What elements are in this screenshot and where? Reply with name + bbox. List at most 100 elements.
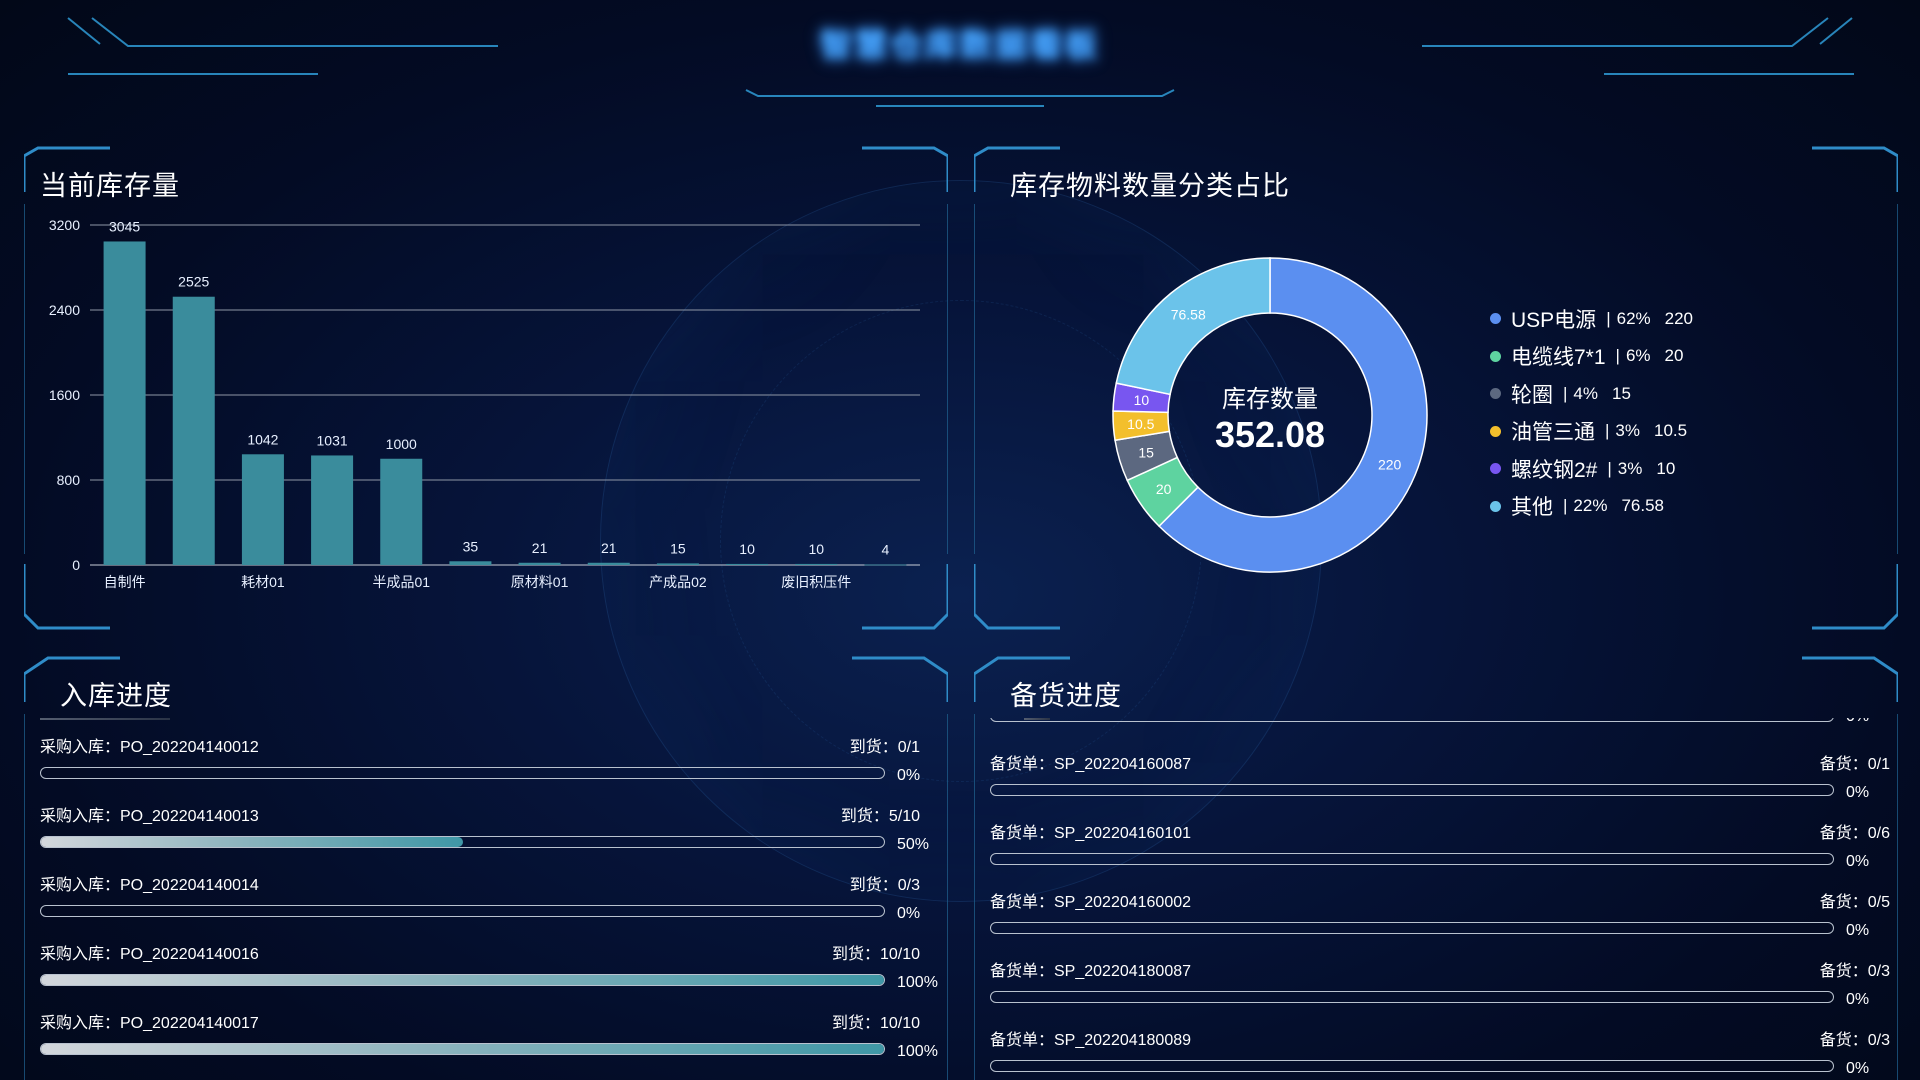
legend-value: 76.58	[1621, 496, 1664, 516]
donut-slice[interactable]	[1115, 257, 1271, 396]
progress-track	[40, 767, 885, 779]
progress-item-count: 备货：0/6	[1819, 825, 1890, 842]
progress-item-count: 备货：0/5	[1819, 894, 1890, 911]
donut-slice-label: 15	[1138, 445, 1154, 461]
legend-item[interactable]: USP电源 | 62% 220	[1490, 300, 1693, 338]
bar-value-label: 1042	[247, 431, 278, 447]
progress-item[interactable]: 备货单：SP_202204160087 备货：0/1 0%	[990, 750, 1890, 819]
legend-item[interactable]: 油管三通 | 3% 10.5	[1490, 413, 1693, 451]
progress-item-count: 备货：0/3	[1819, 1032, 1890, 1049]
y-tick-label: 2400	[49, 302, 80, 318]
x-tick-label: 自制件	[104, 574, 146, 590]
legend-value: 10	[1656, 458, 1676, 478]
progress-percent: 0%	[1846, 1060, 1870, 1077]
legend-item[interactable]: 螺纹钢2# | 3% 10	[1490, 450, 1693, 488]
progress-item-name: 采购入库：PO_202204140017	[40, 1015, 259, 1032]
progress-item[interactable]: 采购入库：PO_202204140012 到货：0/1 0%	[40, 733, 940, 802]
bar[interactable]	[656, 563, 699, 565]
inbound-progress-list[interactable]: 采购入库：PO_202204140012 到货：0/1 0% 采购入库：PO_2022…	[40, 733, 940, 1080]
stock-bar-chart: 0 800 1600 2400 3200 3045 自制件 2525 1042 耗材01 1031 1…	[49, 217, 920, 590]
donut-slice-label: 10	[1134, 392, 1150, 408]
x-tick-label: 产成品02	[649, 574, 707, 590]
bar[interactable]	[311, 455, 354, 565]
category-donut-chart: 220 20 15 10.5 10 76.58 库存数量352.08	[1112, 257, 1428, 573]
progress-item[interactable]: 备货单：SP_202204180089 备货：0/3 0%	[990, 1026, 1890, 1080]
progress-percent: 100%	[897, 1043, 938, 1060]
legend-separator: |	[1606, 308, 1611, 328]
progress-track	[990, 853, 1834, 865]
legend-name: 轮圈	[1511, 383, 1553, 407]
stocking-progress-list: 备货单：SP_202204160087 备货：0/1 0% 备货单：SP_202204…	[990, 750, 1890, 1080]
progress-percent: 0%	[1846, 922, 1870, 939]
progress-track	[40, 974, 885, 986]
stocking-partial-track	[990, 718, 1834, 722]
legend-dot-icon	[1490, 500, 1501, 512]
bar[interactable]	[380, 458, 423, 565]
x-tick-label: 原材料01	[511, 574, 569, 590]
donut-slice-label: 20	[1156, 481, 1172, 497]
bar-value-label: 3045	[109, 218, 140, 234]
legend-item[interactable]: 其他 | 22% 76.58	[1490, 488, 1693, 526]
category-panel-title: 库存物料数量分类占比	[1010, 171, 1290, 201]
progress-fill	[41, 1044, 884, 1054]
progress-item-count: 到货：0/1	[849, 739, 920, 756]
page-title: 智慧仓库数据看板	[819, 27, 1100, 63]
bar[interactable]	[726, 563, 769, 565]
progress-item-count: 到货：0/3	[849, 877, 920, 894]
progress-item-name: 备货单：SP_202204180089	[990, 1032, 1192, 1049]
progress-percent: 0%	[897, 905, 921, 922]
donut-center-label: 库存数量	[1222, 386, 1318, 413]
progress-item[interactable]: 采购入库：PO_202204140013 到货：5/10 50%	[40, 802, 940, 871]
progress-item-name: 备货单：SP_202204160002	[990, 894, 1192, 911]
bar[interactable]	[864, 564, 907, 566]
legend-name: 电缆线7*1	[1511, 346, 1606, 370]
legend-separator: |	[1605, 421, 1610, 441]
progress-item-name: 采购入库：PO_202204140014	[40, 877, 259, 894]
progress-item-count: 到货：10/10	[831, 946, 920, 963]
bar[interactable]	[795, 563, 838, 565]
progress-item-name: 采购入库：PO_202204140013	[40, 808, 259, 825]
progress-item[interactable]: 备货单：SP_202204180087 备货：0/3 0%	[990, 957, 1890, 1026]
donut-slice-label: 220	[1378, 457, 1402, 473]
progress-percent: 0%	[897, 767, 921, 784]
progress-item[interactable]: 采购入库：PO_202204140014 到货：0/3 0%	[40, 871, 940, 940]
progress-item-count: 备货：0/1	[1819, 756, 1890, 773]
legend-item[interactable]: 轮圈 | 4% 15	[1490, 375, 1693, 413]
progress-item[interactable]: 备货单：SP_202204160002 备货：0/5 0%	[990, 888, 1890, 957]
legend-name: 螺纹钢2#	[1511, 458, 1598, 482]
y-tick-label: 3200	[49, 217, 80, 233]
bar[interactable]	[103, 241, 146, 565]
bar[interactable]	[518, 562, 561, 565]
legend-separator: |	[1563, 383, 1568, 403]
bar-value-label: 10	[739, 541, 755, 557]
stocking-partial-row: 0%	[990, 718, 1890, 728]
bar-value-label: 1000	[386, 436, 417, 452]
progress-track	[40, 1043, 885, 1055]
legend-separator: |	[1563, 496, 1568, 516]
progress-item[interactable]: 采购入库：PO_202204140017 到货：10/10 100%	[40, 1009, 940, 1078]
legend-percent: 4%	[1573, 383, 1598, 403]
progress-percent: 0%	[1846, 991, 1870, 1008]
progress-percent: 0%	[1846, 853, 1870, 870]
bar-value-label: 4	[882, 542, 890, 558]
bar[interactable]	[449, 561, 492, 565]
stock-panel-title: 当前库存量	[40, 171, 180, 201]
progress-item[interactable]: 备货单：SP_202204160101 备货：0/6 0%	[990, 819, 1890, 888]
y-tick-label: 0	[72, 557, 80, 573]
progress-item[interactable]: 采购入库：PO_202204140016 到货：10/10 100%	[40, 940, 940, 1009]
bar-value-label: 10	[808, 541, 824, 557]
bar-value-label: 35	[463, 538, 479, 554]
bar-value-label: 1031	[317, 432, 348, 448]
legend-item[interactable]: 电缆线7*1 | 6% 20	[1490, 338, 1693, 376]
legend-dot-icon	[1490, 425, 1501, 437]
donut-center-value: 352.08	[1215, 414, 1325, 455]
legend-percent: 3%	[1617, 458, 1643, 478]
progress-track	[40, 836, 885, 848]
donut-slice-label: 10.5	[1127, 416, 1154, 432]
progress-percent: 0%	[1846, 784, 1870, 801]
bar[interactable]	[241, 454, 284, 565]
legend-value: 15	[1612, 383, 1631, 403]
bar[interactable]	[172, 296, 215, 565]
bar[interactable]	[587, 562, 630, 565]
stocking-progress-viewport[interactable]: 0% 备货单：SP_202204160087备货：0/10%备货单：SP_202…	[990, 718, 1890, 1080]
